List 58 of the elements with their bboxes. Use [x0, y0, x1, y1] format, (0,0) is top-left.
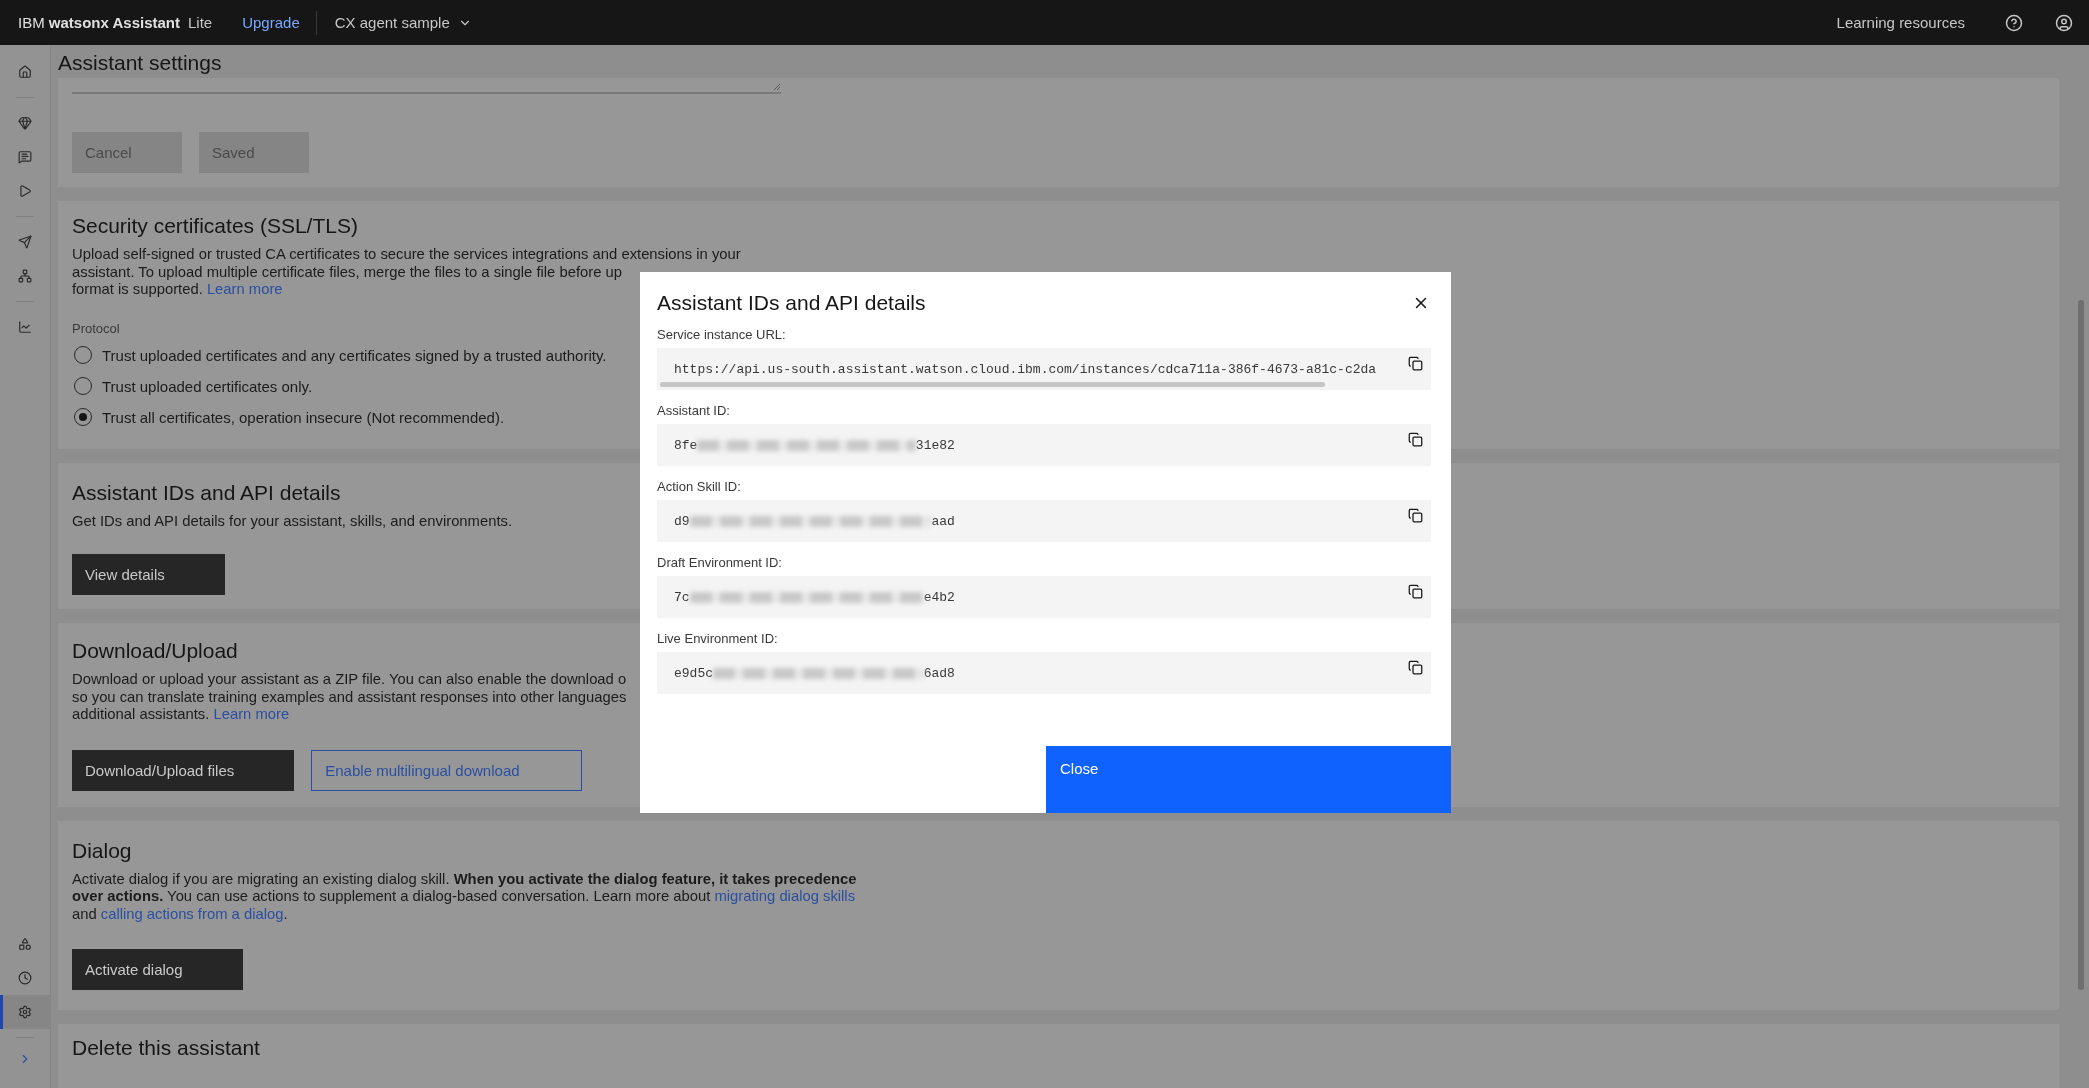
resize-grip-icon[interactable] — [773, 83, 781, 91]
upgrade-link[interactable]: Upgrade — [242, 14, 300, 31]
radio-option[interactable]: Trust uploaded certificates and any certificates signed by a trusted authority. — [72, 339, 607, 371]
horizontal-scrollbar[interactable] — [660, 382, 1325, 387]
line-chart-icon — [18, 320, 32, 334]
field-value: 8fe 31e82 — [674, 437, 956, 453]
description-line: additional assistants. Learn more — [72, 706, 290, 724]
primary-button[interactable]: Download/Upload files — [72, 749, 295, 791]
copy-icon[interactable] — [1408, 356, 1424, 372]
sidebar-item[interactable] — [0, 995, 50, 1029]
section-title: Delete this assistant — [72, 1036, 260, 1060]
field-label: Draft Environment ID: — [657, 555, 783, 570]
section-description: Activate dialog if you are migrating an existing dialog skill. When you activate the dialog feature, it takes precedence over actions. You can use actions to supplement a dialog-based conversation. Learn more about migrating dialog skills and calling actions from a dialog. — [72, 870, 858, 923]
shapes-icon — [18, 937, 32, 951]
description-line: Download or upload your assistant as a ZIP file. You can also enable the download o — [72, 671, 627, 689]
hierarchy-icon — [18, 269, 32, 283]
copy-icon[interactable] — [1408, 508, 1424, 524]
close-button[interactable]: Close — [1046, 746, 1451, 813]
section-title: Assistant IDs and API details — [72, 480, 341, 505]
field-value: https://api.us-south.assistant.watson.cloud.ibm.com/instances/cdca711a-386f-4673-a81c-c2da — [674, 361, 1378, 377]
section-title: Security certificates (SSL/TLS) — [72, 214, 358, 238]
diamond-icon — [18, 116, 32, 130]
field-value: e9d5c 6ad8 — [674, 665, 956, 681]
modal-title: Assistant IDs and API details — [657, 291, 926, 315]
field-label: Service instance URL: — [657, 327, 787, 342]
field-label: Protocol — [72, 320, 120, 336]
field-value: d9 aad — [674, 513, 956, 529]
copy-icon[interactable] — [1408, 432, 1424, 448]
description-line: assistant. To upload multiple certificate files, merge the files to a single file before up — [72, 263, 622, 281]
plan-label: Lite — [188, 14, 213, 31]
product-name: IBM watsonx Assistant — [18, 14, 180, 31]
settings-icon — [18, 1005, 32, 1019]
copy-icon[interactable] — [1408, 584, 1424, 600]
field-label: Action Skill ID: — [657, 479, 742, 494]
description-line: so you can translate training examples and assistant responses into other languages — [72, 688, 627, 706]
radio-option[interactable]: Trust uploaded certificates only. — [72, 370, 313, 402]
field-value: 7c e4b2 — [674, 589, 956, 605]
chat-icon — [18, 150, 32, 164]
primary-button[interactable]: View details — [72, 554, 225, 595]
field-label: Assistant ID: — [657, 403, 731, 418]
description-line: Get IDs and API details for your assistant, skills, and environments. — [72, 512, 512, 530]
description-line: format is supported. Learn more — [72, 281, 283, 299]
copy-icon[interactable] — [1408, 660, 1424, 676]
page-title: Assistant settings — [58, 51, 223, 76]
play-icon — [18, 184, 32, 198]
clock-icon — [18, 971, 32, 985]
help-icon — [2005, 13, 2023, 32]
learning-resources-link[interactable]: Learning resources — [1836, 14, 1965, 31]
assistant-selector[interactable]: CX agent sample — [334, 14, 472, 31]
primary-button[interactable]: Activate dialog — [72, 949, 243, 990]
radio-option[interactable]: Trust all certificates, operation insecure (Not recommended). — [72, 401, 505, 433]
section-title: Dialog — [72, 838, 132, 863]
section-title: Download/Upload — [72, 639, 238, 663]
description-line: Upload self-signed or trusted CA certificates to secure the services integrations and extensions in your — [72, 246, 741, 264]
user-icon — [2055, 13, 2073, 32]
home-icon — [18, 65, 32, 79]
paper-plane-icon — [18, 235, 32, 249]
field-label: Live Environment ID: — [657, 631, 779, 646]
